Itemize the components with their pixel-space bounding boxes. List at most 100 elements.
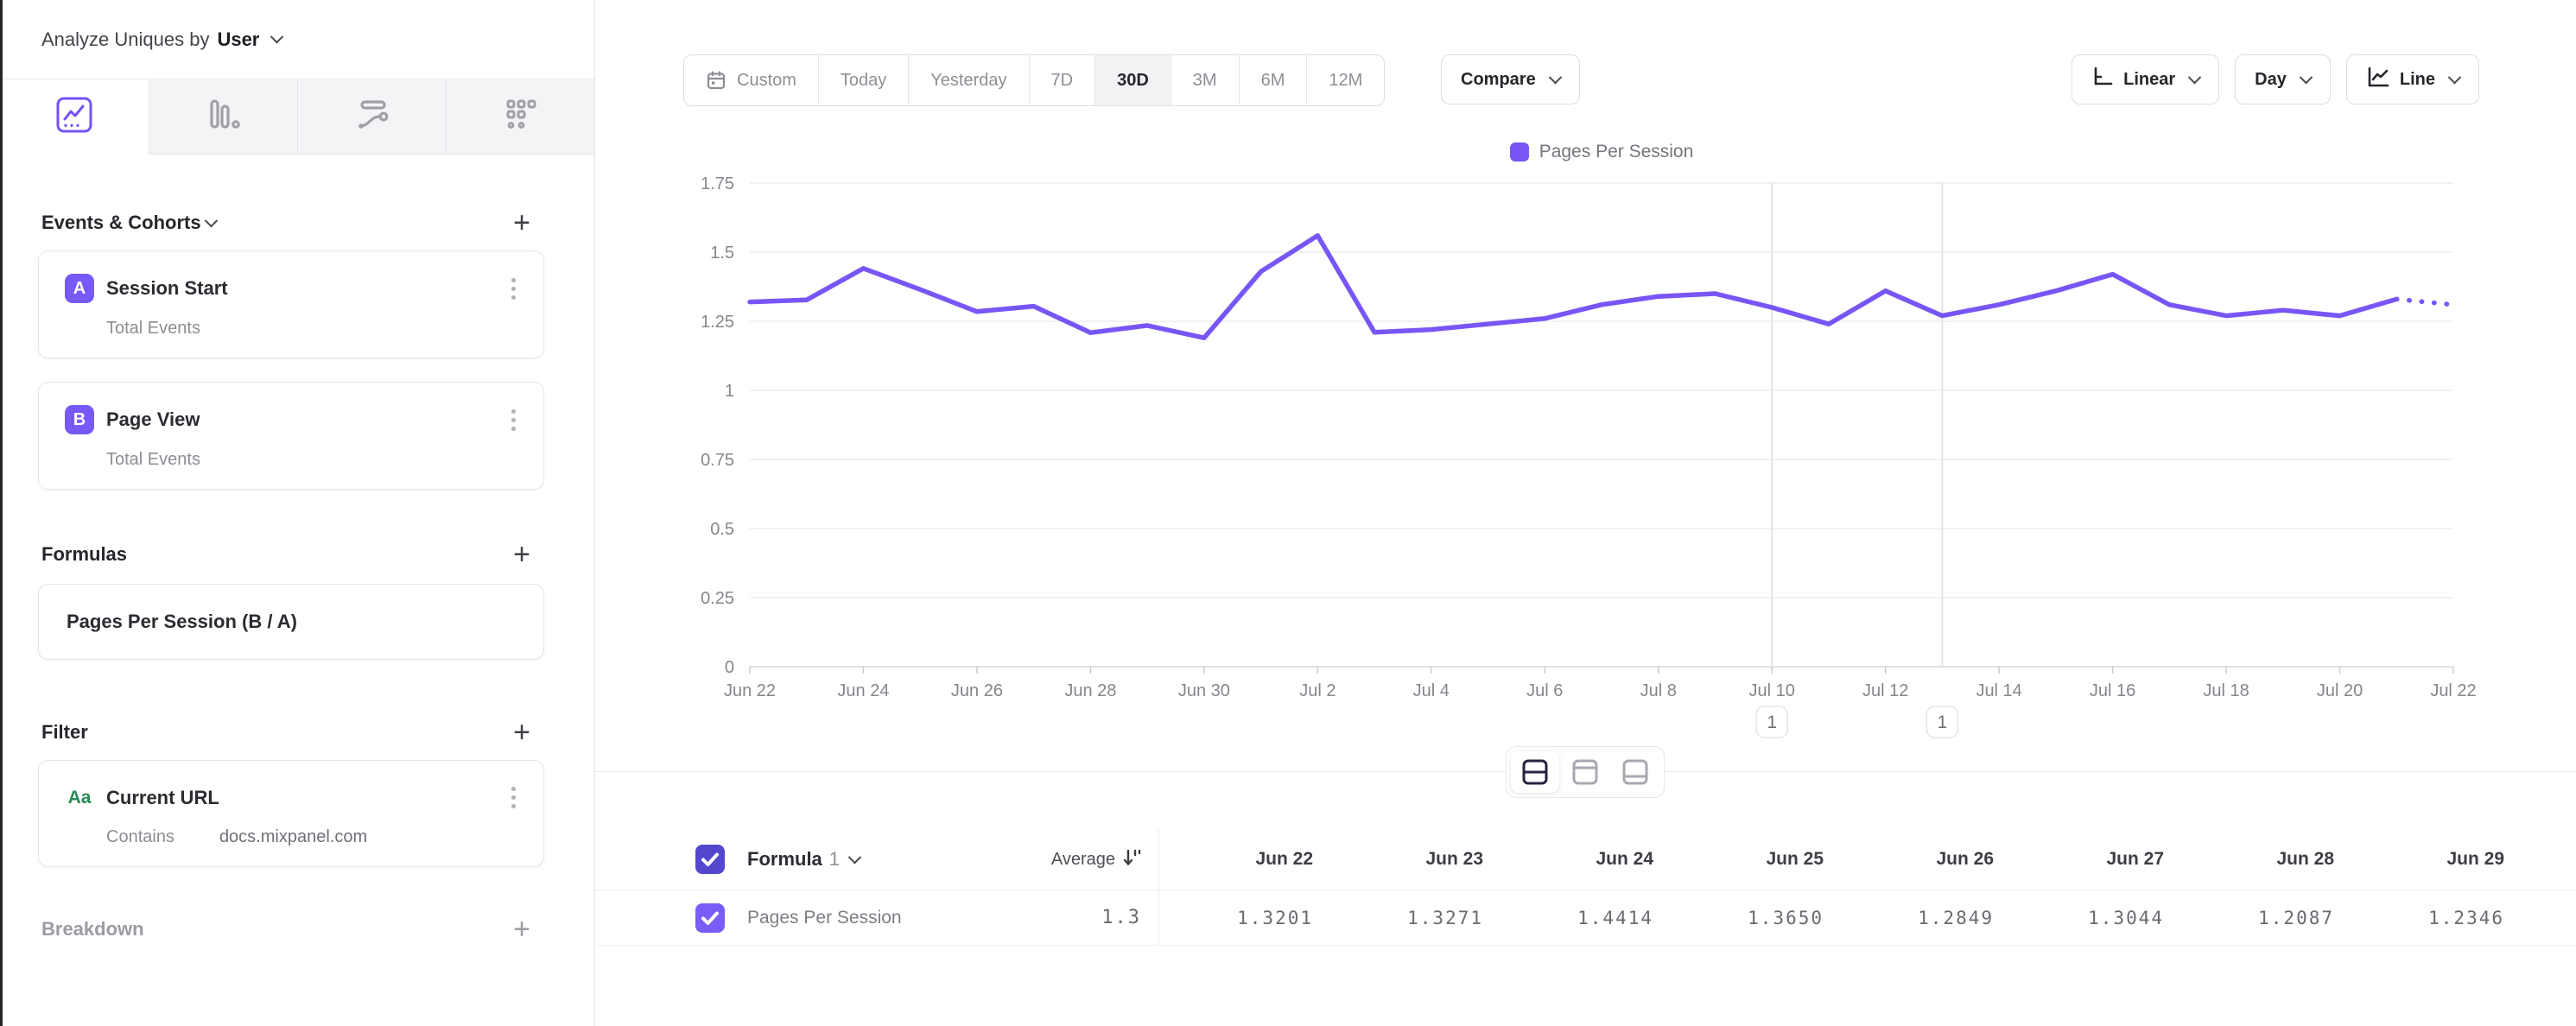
cell-value: 1.2849 — [1839, 908, 2009, 928]
event-name[interactable]: Session Start — [106, 277, 228, 300]
tab-insights[interactable] — [0, 79, 149, 155]
formula-expression[interactable]: Pages Per Session (B / A) — [67, 611, 297, 633]
layout-split-button[interactable] — [1511, 751, 1559, 793]
event-card-page-view[interactable]: B Page View Total Events — [38, 382, 544, 490]
chart-type-dropdown[interactable]: Line — [2346, 54, 2479, 104]
add-breakdown-button[interactable]: + — [513, 916, 530, 942]
x-axis-label: Jul 8 — [1640, 681, 1677, 700]
add-event-button[interactable]: + — [513, 210, 530, 236]
kebab-menu-icon[interactable] — [508, 275, 519, 303]
cell-value: 1.4414 — [1499, 908, 1669, 928]
column-header-jun-24[interactable]: Jun 24 — [1499, 849, 1669, 870]
series-line — [750, 236, 2396, 338]
formulas-section-title: Formulas — [41, 543, 127, 566]
layout-table-button[interactable] — [1611, 751, 1659, 793]
filter-section-header: Filter + — [0, 715, 594, 750]
range-today[interactable]: Today — [818, 55, 908, 105]
range-3m[interactable]: 3M — [1171, 55, 1239, 105]
panel-layout-toggle — [1506, 746, 1665, 798]
layout-chart-button[interactable] — [1561, 751, 1609, 793]
report-type-tabbar — [0, 79, 594, 155]
x-axis-label: Jul 20 — [2317, 681, 2363, 700]
string-property-icon: Aa — [65, 788, 94, 808]
chevron-down-icon — [2188, 70, 2202, 84]
formula-card[interactable]: Pages Per Session (B / A) — [38, 584, 544, 660]
column-header-jun-22[interactable]: Jun 22 — [1158, 849, 1329, 870]
series-checkbox[interactable] — [695, 903, 725, 933]
add-formula-button[interactable]: + — [513, 542, 530, 567]
chevron-down-icon — [2300, 70, 2313, 84]
filter-property-name[interactable]: Current URL — [106, 787, 219, 809]
bar-chart-icon — [204, 95, 244, 139]
x-axis-label: Jul 10 — [1749, 681, 1795, 700]
table-data-row: Pages Per Session 1.3 1.32011.32711.4414… — [594, 890, 2576, 946]
filter-operator[interactable]: Contains — [106, 827, 174, 847]
analyze-uniques-dropdown[interactable]: User — [217, 28, 259, 51]
range-30d[interactable]: 30D — [1094, 55, 1171, 105]
column-header-jun-27[interactable]: Jun 27 — [2009, 849, 2179, 870]
column-header-jun-28[interactable]: Jun 28 — [2179, 849, 2350, 870]
x-axis-label: Jul 14 — [1976, 681, 2021, 700]
y-axis-label: 1 — [725, 382, 734, 401]
interval-dropdown[interactable]: Day — [2235, 54, 2331, 104]
event-card-session-start[interactable]: A Session Start Total Events — [38, 250, 544, 358]
range-yesterday[interactable]: Yesterday — [908, 55, 1028, 105]
pages-per-session-line-chart[interactable]: 00.250.50.7511.251.51.7511Jun 22Jun 24Ju… — [594, 130, 2576, 795]
event-name[interactable]: Page View — [106, 408, 200, 431]
chevron-down-icon — [1548, 70, 1562, 84]
sort-descending-icon[interactable] — [1122, 847, 1141, 872]
formula-index: 1 — [829, 848, 840, 871]
x-axis-label: Jun 26 — [951, 681, 1003, 700]
filter-value[interactable]: docs.mixpanel.com — [219, 827, 367, 847]
range-custom[interactable]: Custom — [684, 55, 818, 105]
event-badge-a: A — [65, 274, 94, 303]
add-filter-button[interactable]: + — [513, 719, 530, 745]
cell-value: 1.3044 — [2009, 908, 2179, 928]
event-measure[interactable]: Total Events — [106, 319, 200, 339]
scale-dropdown[interactable]: Linear — [2072, 54, 2219, 104]
event-measure[interactable]: Total Events — [106, 450, 200, 470]
range-7d[interactable]: 7D — [1029, 55, 1095, 105]
chevron-down-icon — [270, 30, 284, 44]
range-12m[interactable]: 12M — [1306, 55, 1384, 105]
event-badge-b: B — [65, 405, 94, 434]
chart-display-controls: Linear Day Line — [2072, 54, 2479, 104]
x-axis-label: Jun 22 — [724, 681, 776, 700]
y-axis-label: 0.25 — [701, 589, 734, 608]
annotation-badge[interactable]: 1 — [1926, 706, 1957, 738]
scale-label: Linear — [2123, 70, 2175, 90]
x-axis-label: Jun 24 — [837, 681, 889, 700]
tab-flows[interactable] — [297, 79, 446, 155]
report-main-panel: CustomTodayYesterday7D30D3M6M12M Compare… — [594, 0, 2576, 1026]
annotation-badge[interactable]: 1 — [1756, 706, 1787, 738]
column-header-jun-29[interactable]: Jun 29 — [2350, 849, 2520, 870]
linear-axis-icon — [2091, 66, 2114, 93]
events-section-title[interactable]: Events & Cohorts — [41, 212, 201, 234]
compare-button[interactable]: Compare — [1441, 54, 1580, 104]
kebab-menu-icon[interactable] — [508, 783, 519, 812]
filter-section-title: Filter — [41, 721, 88, 744]
x-axis-label: Jun 28 — [1064, 681, 1116, 700]
date-range-control: CustomTodayYesterday7D30D3M6M12M — [683, 54, 1385, 106]
x-axis-label: Jul 22 — [2430, 681, 2476, 700]
column-header-jun-25[interactable]: Jun 25 — [1669, 849, 1839, 870]
table-column-divider — [1158, 829, 1159, 945]
range-6m[interactable]: 6M — [1239, 55, 1307, 105]
tab-funnels[interactable] — [149, 79, 297, 155]
formula-dropdown[interactable]: Formula — [747, 848, 822, 871]
mixpanel-insights-report: Analyze Uniques by User — [0, 0, 2576, 1026]
average-column-header[interactable]: Average — [1051, 850, 1115, 870]
line-chart-icon — [54, 95, 94, 139]
y-axis-label: 0.75 — [701, 451, 734, 470]
tab-retention[interactable] — [446, 79, 594, 155]
y-axis-label: 1.5 — [710, 244, 734, 263]
column-header-jun-26[interactable]: Jun 26 — [1839, 849, 2009, 870]
filter-card-current-url[interactable]: Aa Current URL Contains docs.mixpanel.co… — [38, 760, 544, 867]
grid-dots-icon — [501, 95, 541, 139]
events-section-header: Events & Cohorts + — [0, 206, 594, 240]
select-all-checkbox[interactable] — [695, 845, 725, 874]
kebab-menu-icon[interactable] — [508, 406, 519, 434]
x-axis-label: Jul 12 — [1862, 681, 1908, 700]
series-line-dotted — [2396, 299, 2453, 304]
column-header-jun-23[interactable]: Jun 23 — [1329, 849, 1499, 870]
